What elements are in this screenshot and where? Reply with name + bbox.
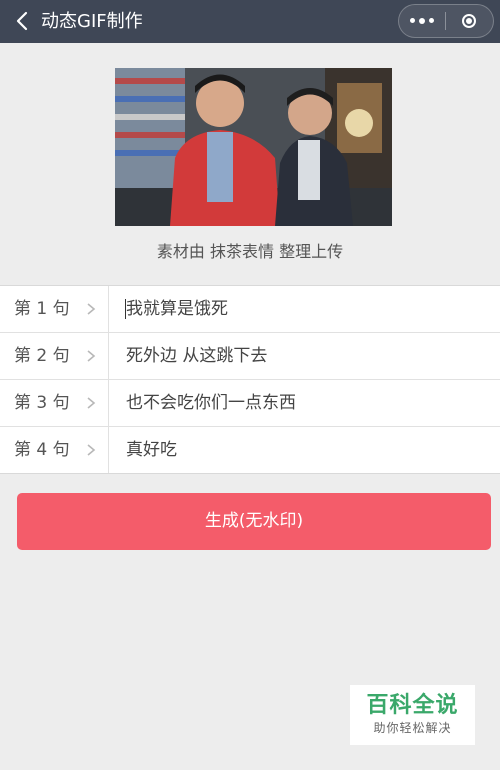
sentence-row-3: 第 3 句 也不会吃你们一点东西 — [0, 380, 500, 427]
chevron-right-icon — [87, 350, 96, 362]
sentence-row-4: 第 4 句 真好吃 — [0, 427, 500, 473]
baike-watermark: 百科全说 助你轻松解决 — [350, 685, 475, 745]
close-button[interactable] — [446, 5, 492, 37]
more-dots-icon — [410, 18, 434, 24]
sentence-input-1[interactable]: 我就算是饿死 — [126, 286, 486, 332]
gif-preview — [115, 68, 392, 226]
row-divider — [108, 380, 109, 426]
watermark-subtitle: 助你轻松解决 — [373, 721, 452, 735]
sentence-row-1: 第 1 句 我就算是饿死 — [0, 286, 500, 333]
source-caption: 素材由 抹茶表情 整理上传 — [156, 242, 344, 261]
back-button[interactable] — [10, 9, 34, 33]
sentence-input-3[interactable]: 也不会吃你们一点东西 — [126, 380, 486, 426]
sentence-input-4[interactable]: 真好吃 — [126, 427, 486, 473]
page-title: 动态GIF制作 — [41, 11, 143, 32]
row-divider — [108, 333, 109, 379]
chevron-right-icon — [87, 397, 96, 409]
chevron-right-icon — [87, 303, 96, 315]
sentence-row-2: 第 2 句 死外边 从这跳下去 — [0, 333, 500, 380]
generate-button[interactable]: 生成(无水印) — [17, 493, 491, 550]
menu-capsule — [398, 4, 494, 38]
more-button[interactable] — [399, 5, 445, 37]
row-divider — [108, 286, 109, 332]
sentence-input-2[interactable]: 死外边 从这跳下去 — [126, 333, 486, 379]
sentence-list: 第 1 句 我就算是饿死 第 2 句 死外边 从这跳下去 第 3 句 也不会吃你… — [0, 285, 500, 474]
row-label: 第 1 句 — [14, 299, 70, 319]
watermark-title: 百科全说 — [366, 693, 459, 718]
preview-image — [115, 68, 392, 226]
chevron-right-icon — [87, 444, 96, 456]
row-label: 第 4 句 — [14, 440, 70, 460]
nav-bar: 动态GIF制作 — [0, 0, 500, 43]
row-divider — [108, 427, 109, 473]
chevron-left-icon — [16, 11, 28, 31]
row-label: 第 2 句 — [14, 346, 70, 366]
text-caret — [125, 299, 126, 319]
target-close-icon — [462, 14, 476, 28]
row-label: 第 3 句 — [14, 393, 70, 413]
